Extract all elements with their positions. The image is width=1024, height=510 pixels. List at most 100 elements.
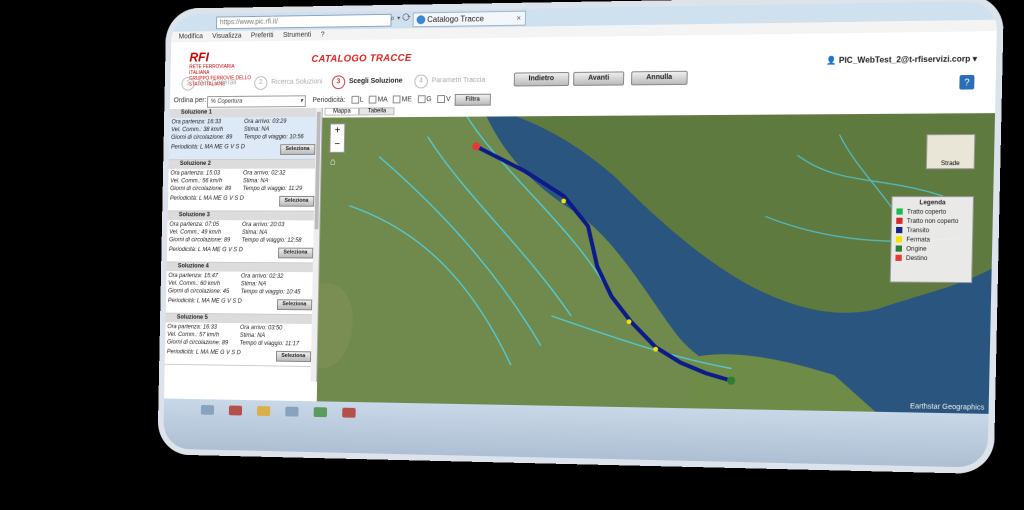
screen: https://www.pic.rfi.it/ ⌕ ▾ ⟳ Catalogo T… [163, 1, 998, 468]
step-number: 4 [414, 74, 429, 89]
legend-label: Tratto coperto [906, 209, 947, 216]
page-title: CATALOGO TRACCE [311, 52, 412, 65]
solution-title: Soluzione 1 [169, 107, 322, 118]
menu-modifica[interactable]: Modifica [179, 33, 203, 40]
select-solution-button[interactable]: Seleziona [276, 299, 313, 311]
filter-button[interactable]: Filtra [454, 93, 491, 106]
legend-items: Tratto coperto Tratto non coperto Transito… [891, 208, 973, 264]
wizard-step-3[interactable]: 3 Scegli Soluzione [331, 75, 403, 90]
step-number: 2 [254, 76, 268, 90]
legend-item: Tratto coperto [892, 208, 973, 217]
help-icon[interactable]: ? [959, 74, 975, 90]
departure-time: Ora partenza: 07:05 [169, 221, 220, 228]
taskbar-app-icon[interactable] [313, 407, 328, 418]
solution-item[interactable]: Soluzione 3 Ora partenza: 07:05 Ora arrivo… [166, 211, 320, 264]
zoom-in-button[interactable]: + [331, 124, 345, 138]
estimate: Stima: NA [242, 178, 269, 185]
order-select[interactable]: % Copertura ▾ [207, 95, 306, 108]
select-solution-button[interactable]: Seleziona [277, 247, 314, 259]
legend-swatch [896, 218, 903, 225]
menu-strumenti[interactable]: Strumenti [283, 32, 312, 39]
menu-visualizza[interactable]: Visualizza [212, 33, 241, 40]
estimate: Stima: NA [243, 126, 270, 133]
wizard-step-4[interactable]: 4 Parametri Traccia [414, 74, 485, 89]
next-button[interactable]: Avanti [573, 71, 625, 86]
day-label: V [446, 95, 451, 103]
day-checkbox[interactable] [437, 95, 446, 104]
select-solution-button[interactable]: Seleziona [278, 195, 315, 207]
browser-tab-label: Catalogo Tracce [427, 14, 485, 25]
arrival-time: Ora arrivo: 02:32 [240, 273, 284, 280]
travel-time: Tempo di viaggio: 11:29 [242, 186, 303, 193]
solution-title: Soluzione 5 [165, 313, 318, 325]
arrival-time: Ora arrivo: 03:50 [239, 325, 283, 332]
user-name: PIC_WebTest_2@t-rfiservizi.corp [838, 54, 971, 66]
taskbar-app-icon[interactable] [256, 406, 271, 417]
circulation-days: Giorni di circolazione: 89 [166, 339, 229, 347]
taskbar-app-icon[interactable] [285, 406, 299, 417]
tab-table[interactable]: Tabella [359, 107, 395, 116]
wizard-step-2[interactable]: 2 Ricerca Soluzioni [254, 76, 322, 90]
map-credit: Earthstar Geographics [910, 403, 985, 412]
tab-map[interactable]: Mappa [324, 107, 360, 116]
day-checkbox[interactable] [417, 95, 426, 104]
departure-time: Ora partenza: 16:33 [171, 119, 222, 126]
day-label: MA [377, 96, 388, 104]
solution-item[interactable]: Soluzione 2 Ora partenza: 15:03 Ora arrivo… [167, 159, 321, 212]
solution-title: Soluzione 4 [166, 262, 319, 273]
travel-time: Tempo di viaggio: 10:45 [240, 289, 301, 296]
basemap-label: Strade [940, 160, 960, 168]
solution-item[interactable]: Soluzione 5 Ora partenza: 16:33 Ora arrivo… [164, 313, 318, 368]
day-label: ME [401, 96, 412, 104]
taskbar-app-icon[interactable] [342, 407, 356, 418]
basemap-switcher[interactable]: Strade [925, 133, 976, 170]
step-label: Scegli Soluzione [348, 77, 403, 86]
departure-time: Ora partenza: 16:33 [167, 324, 217, 331]
day-checkbox[interactable] [368, 95, 377, 104]
solution-item[interactable]: Soluzione 1 Ora partenza: 16:33 Ora arrivo… [168, 107, 322, 161]
back-button[interactable]: Indietro [513, 71, 570, 87]
legend-label: Fermata [906, 237, 930, 244]
user-menu[interactable]: 👤 PIC_WebTest_2@t-rfiservizi.corp ▾ [826, 54, 977, 65]
menu-help[interactable]: ? [321, 32, 325, 39]
order-value: % Copertura [210, 98, 243, 105]
photo-backdrop: https://www.pic.rfi.it/ ⌕ ▾ ⟳ Catalogo T… [0, 0, 1024, 510]
day-checkbox[interactable] [392, 95, 401, 104]
solutions-list: Soluzione 1 Ora partenza: 16:33 Ora arrivo… [164, 107, 323, 382]
address-bar[interactable]: https://www.pic.rfi.it/ [216, 13, 392, 30]
legend-item: Destino [891, 255, 972, 265]
day-label: G [426, 96, 432, 103]
map-view[interactable]: + − ⌂ Strade Legenda Tratto coperto Tratt… [316, 113, 996, 414]
periodicity: Periodicità: L MA ME G V S D [168, 247, 243, 254]
arrival-time: Ora arrivo: 20:03 [241, 222, 285, 229]
periodicity: Periodicità: L MA ME G V S D [169, 195, 244, 202]
cancel-button[interactable]: Annulla [630, 70, 688, 86]
periodicity-label: Periodicità: [312, 96, 346, 104]
select-solution-button[interactable]: Seleziona [279, 144, 316, 155]
solution-title: Soluzione 2 [168, 159, 321, 169]
travel-time: Tempo di viaggio: 11:17 [239, 340, 300, 348]
arrival-time: Ora arrivo: 03:29 [244, 118, 287, 125]
taskbar-app-icon[interactable] [228, 405, 243, 416]
wizard-steps: 1 Dati Generali 2 Ricerca Soluzioni 3 Scegl… [170, 71, 514, 94]
arrival-time: Ora arrivo: 02:32 [242, 170, 286, 177]
close-tab-icon[interactable]: × [516, 12, 521, 25]
solution-item[interactable]: Soluzione 4 Ora partenza: 15:47 Ora arrivo… [165, 262, 319, 316]
commercial-speed: Vel. Comm.: 38 km/h [171, 127, 224, 134]
home-icon[interactable]: ⌂ [330, 157, 336, 168]
wizard-step-1[interactable]: 1 Dati Generali [181, 76, 236, 91]
step-label: Ricerca Soluzioni [271, 78, 323, 86]
select-solution-button[interactable]: Seleziona [275, 350, 312, 363]
departure-time: Ora partenza: 15:47 [168, 273, 219, 280]
menu-preferiti[interactable]: Preferiti [251, 32, 274, 39]
chevron-down-icon: ▾ [972, 54, 978, 64]
taskbar-app-icon[interactable] [200, 404, 215, 415]
day-checkbox[interactable] [351, 95, 359, 104]
zoom-out-button[interactable]: − [330, 138, 344, 152]
circulation-days: Giorni di circolazione: 89 [170, 186, 232, 193]
periodicity: Periodicità: L MA ME G V S D [170, 144, 245, 151]
address-bar-icons[interactable]: ⌕ ▾ ⟳ [390, 13, 410, 23]
step-label: Parametri Traccia [431, 76, 486, 85]
chevron-down-icon: ▾ [300, 98, 304, 105]
browser-tab[interactable]: Catalogo Tracce × [412, 10, 527, 28]
